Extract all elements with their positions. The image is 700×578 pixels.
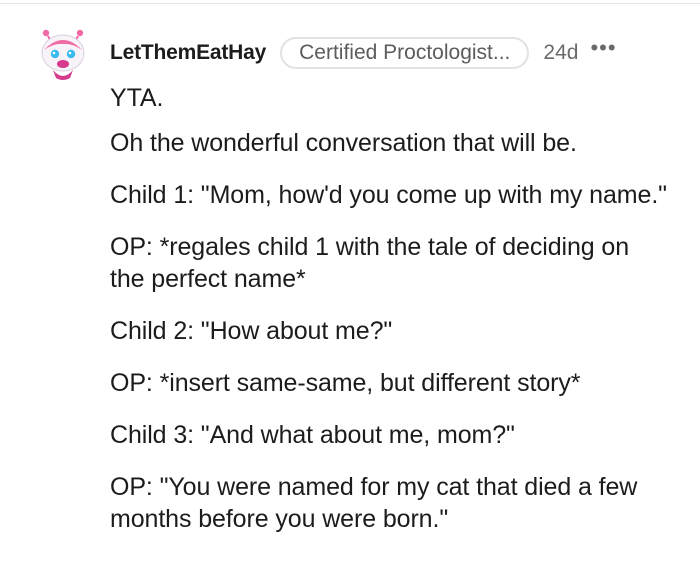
comment-paragraph: OP: *insert same-same, but different sto… [110,369,581,397]
more-options-icon[interactable]: ••• [590,37,616,59]
comment-paragraph: Child 2: "How about me?" [110,317,393,345]
comment-paragraph: OP: *regales child 1 with the tale of de… [110,233,630,293]
comment-paragraph: OP: "You were named for my cat that died… [110,473,638,533]
comment-body: YTA. Oh the wonderful conversation that … [110,82,670,555]
divider [0,3,700,4]
username-link[interactable]: LetThemEatHay [110,41,266,65]
comment-timestamp[interactable]: 24d [543,41,578,65]
comment-paragraph: Child 3: "And what about me, mom?" [110,421,515,449]
comment-paragraph: YTA. [110,84,164,112]
avatar[interactable] [36,26,90,80]
comment-header: LetThemEatHay Certified Proctologist... … [110,36,617,70]
avatar-icon [41,29,85,80]
user-flair: Certified Proctologist... [280,37,530,69]
comment-paragraph: Oh the wonderful conversation that will … [110,129,577,157]
comment-paragraph: Child 1: "Mom, how'd you come up with my… [110,181,667,209]
